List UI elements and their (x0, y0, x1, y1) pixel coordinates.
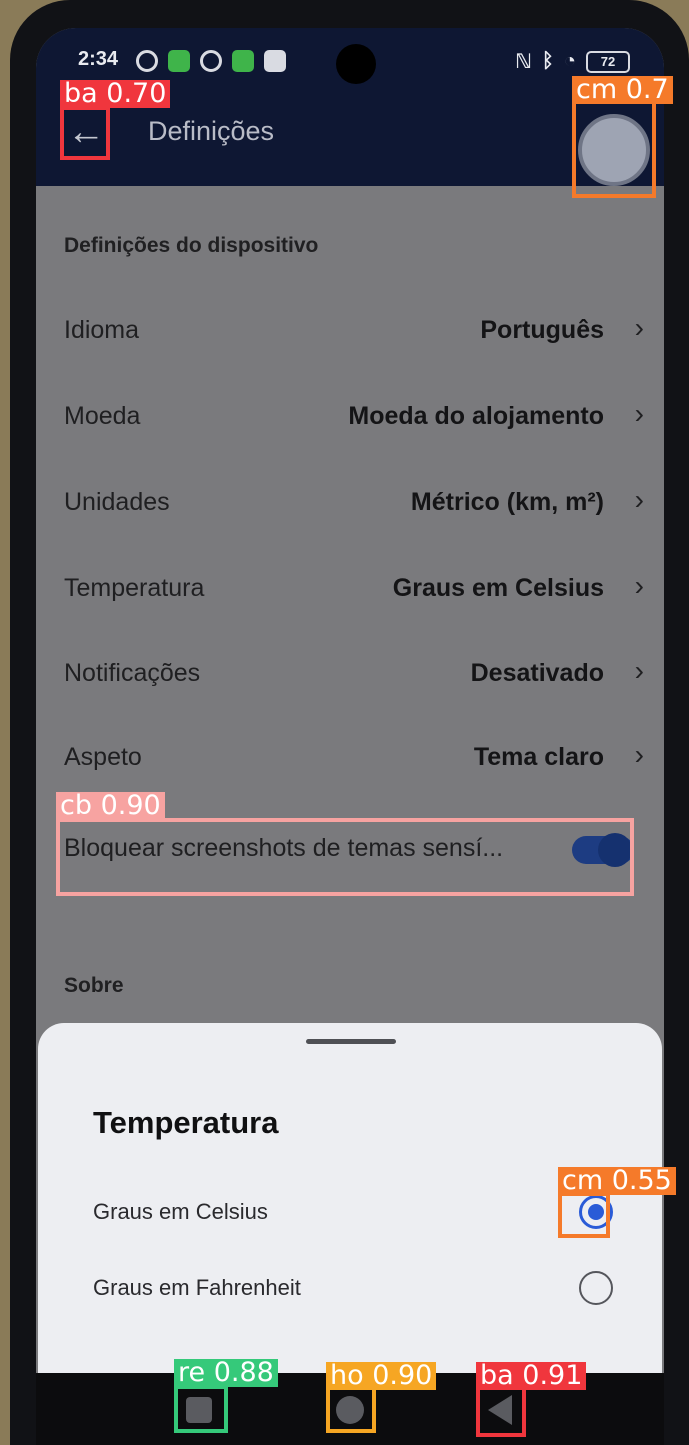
settings-status-icon (136, 50, 158, 72)
status-time: 2:34 (78, 48, 119, 70)
sheet-title: Temperatura (93, 1105, 279, 1140)
detection-box-home (326, 1385, 376, 1433)
detection-box-avatar (572, 100, 656, 198)
row-value: Desativado (470, 659, 604, 687)
nfc-icon: ℕ (515, 51, 532, 73)
settings-row-notifications[interactable]: Notificações Desativado › (64, 645, 644, 705)
settings-row-language[interactable]: Idioma Português › (64, 302, 644, 362)
sheet-drag-handle[interactable] (306, 1039, 396, 1044)
option-label: Graus em Celsius (93, 1199, 268, 1224)
page-title: Definições (148, 116, 275, 146)
chevron-right-icon: › (634, 739, 644, 770)
row-label: Idioma (64, 316, 140, 344)
row-label: Notificações (64, 659, 201, 687)
chevron-right-icon: › (634, 655, 644, 686)
row-label: Aspeto (64, 743, 142, 771)
app-status-icon (168, 50, 190, 72)
option-celsius[interactable]: Graus em Celsius (93, 1185, 613, 1239)
detection-label: cb 0.90 (56, 792, 165, 820)
row-value: Graus em Celsius (392, 574, 604, 602)
settings-row-currency[interactable]: Moeda Moeda do alojamento › (64, 388, 644, 448)
option-fahrenheit[interactable]: Graus em Fahrenheit (93, 1261, 613, 1315)
detection-label: ho 0.90 (326, 1362, 437, 1390)
row-label: Temperatura (64, 574, 205, 602)
detection-box-radio (558, 1192, 610, 1238)
detection-label: cm 0.55 (558, 1167, 676, 1195)
section-title-device: Definições do dispositivo (64, 234, 319, 257)
front-camera (336, 44, 376, 84)
bug-status-icon (200, 50, 222, 72)
detection-label: re 0.88 (174, 1359, 278, 1387)
bluetooth-icon: ᛒ (541, 50, 554, 72)
section-title-about: Sobre (64, 974, 124, 997)
row-value: Moeda do alojamento (348, 402, 604, 430)
app2-status-icon (232, 50, 254, 72)
chevron-right-icon: › (634, 312, 644, 343)
status-bar: 2:34 ℕ ᛒ ◔ 72 (36, 44, 664, 84)
notification-icons (136, 50, 286, 72)
detection-box-recents (174, 1385, 228, 1433)
settings-row-appearance[interactable]: Aspeto Tema claro › (64, 729, 644, 789)
detection-box-toggle-row (56, 818, 634, 896)
message-status-icon (264, 50, 286, 72)
chevron-right-icon: › (634, 398, 644, 429)
detection-box-back-nav (476, 1385, 526, 1437)
chevron-right-icon: › (634, 570, 644, 601)
settings-row-temperature[interactable]: Temperatura Graus em Celsius › (64, 560, 644, 620)
battery-icon: 72 (586, 50, 630, 73)
detection-label: cm 0.7 (572, 76, 673, 104)
row-value: Português (480, 316, 604, 344)
detection-box-back (60, 106, 110, 160)
option-label: Graus em Fahrenheit (93, 1275, 301, 1300)
detection-label: ba 0.91 (476, 1362, 587, 1390)
row-label: Unidades (64, 488, 170, 516)
settings-row-units[interactable]: Unidades Métrico (km, m²) › (64, 474, 644, 534)
chevron-right-icon: › (634, 484, 644, 515)
wifi-icon: ◔ (563, 50, 576, 72)
row-value: Tema claro (473, 743, 604, 771)
row-value: Métrico (km, m²) (410, 488, 604, 516)
row-label: Moeda (64, 402, 141, 430)
radio-fahrenheit[interactable] (579, 1271, 613, 1305)
system-icons: ℕ ᛒ ◔ 72 (515, 49, 630, 74)
detection-label: ba 0.70 (60, 80, 171, 108)
